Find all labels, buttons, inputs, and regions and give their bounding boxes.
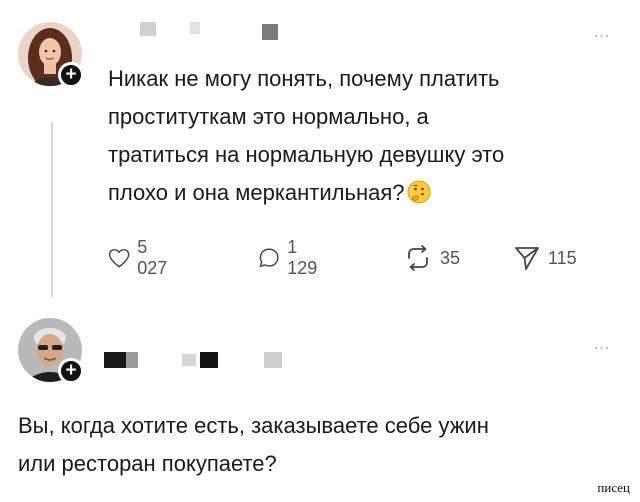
share-button[interactable]: 115 <box>513 243 577 273</box>
plus-icon: + <box>65 64 77 85</box>
redaction-block <box>140 22 156 36</box>
comment-bubble-icon <box>259 248 279 268</box>
thread-line <box>51 122 53 297</box>
reply-count: 1 129 <box>287 237 318 278</box>
share-count: 115 <box>548 247 577 268</box>
heart-icon <box>108 248 130 268</box>
repost-count: 35 <box>440 247 461 268</box>
redaction-block <box>190 22 200 34</box>
post1-line: проституткам это нормально, а <box>108 104 429 129</box>
thinking-face-emoji-icon <box>407 180 431 204</box>
redaction-block <box>262 24 278 40</box>
repost-icon <box>408 245 428 271</box>
post2-line: или ресторан покупаете? <box>18 451 277 476</box>
redaction-block <box>126 352 138 368</box>
send-paper-plane-icon <box>515 247 539 270</box>
post2-body: Вы, когда хотите есть, заказываете себе … <box>18 407 618 483</box>
post1-line: Никак не могу понять, почему платить <box>108 66 500 91</box>
redaction-block <box>104 352 126 368</box>
like-count: 5 027 <box>137 237 168 278</box>
post1-body: Никак не могу понять, почему платить про… <box>108 60 628 212</box>
post2-line: Вы, когда хотите есть, заказываете себе … <box>18 413 489 438</box>
like-button[interactable]: 5 027 <box>108 237 173 278</box>
post1-more-menu[interactable]: ... <box>594 24 610 42</box>
redaction-block <box>264 352 282 368</box>
repost-button[interactable]: 35 <box>403 243 460 273</box>
follow-plus-button[interactable]: + <box>58 358 84 384</box>
post1-line-last: плохо и она меркантильная? <box>108 174 628 212</box>
post2-more-menu[interactable]: ... <box>594 336 610 354</box>
redaction-block <box>200 352 218 368</box>
post1-line: тратиться на нормальную девушку это <box>108 142 505 167</box>
watermark: писец <box>597 480 630 495</box>
follow-plus-button[interactable]: + <box>58 62 84 88</box>
plus-icon: + <box>65 360 77 381</box>
reply-button[interactable]: 1 129 <box>258 237 323 278</box>
redaction-block <box>182 354 196 366</box>
